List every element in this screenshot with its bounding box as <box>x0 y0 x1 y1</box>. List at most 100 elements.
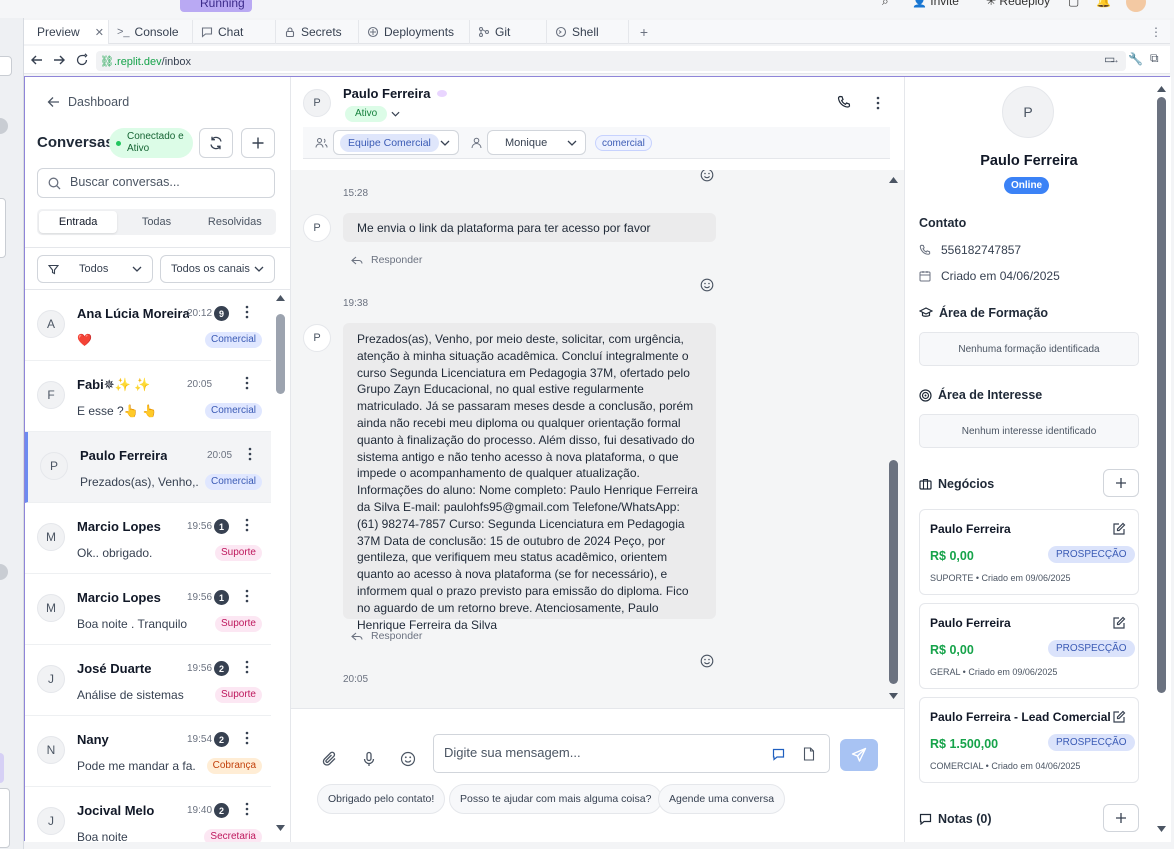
open-new-window-icon[interactable]: ⧉ <box>1150 51 1159 66</box>
url-field[interactable]: ⛓.replit.dev/inbox → <box>96 51 1126 71</box>
kebab-menu-icon[interactable] <box>243 304 251 320</box>
document-icon[interactable] <box>803 747 815 761</box>
scroll-down-icon[interactable] <box>1156 825 1167 833</box>
emoji-icon[interactable] <box>399 750 417 768</box>
kebab-menu-icon[interactable] <box>243 730 251 746</box>
team-select[interactable]: Equipe Comercial <box>333 130 459 155</box>
search-icon[interactable]: ⌕ <box>882 0 889 9</box>
message-thread-scrollbar[interactable] <box>888 170 900 708</box>
conversation-preview: ❤️ <box>77 333 92 347</box>
tab-preview[interactable]: Preview ✕ <box>24 20 109 44</box>
run-status[interactable]: Running <box>180 0 252 12</box>
agent-select[interactable]: Monique <box>487 130 586 155</box>
window-icon[interactable]: ▢ <box>1068 0 1079 8</box>
conversation-status-badge[interactable]: Ativo <box>345 106 388 122</box>
reply-button[interactable]: Responder <box>351 630 422 642</box>
invite-button[interactable]: 👤 Invite <box>912 0 959 8</box>
scroll-up-icon[interactable] <box>275 294 286 302</box>
segment-resolvidas[interactable]: Resolvidas <box>196 211 274 233</box>
conversation-item[interactable]: N Nany 19:54 2 Pode me mandar a fa... Co… <box>25 716 271 787</box>
edit-icon[interactable] <box>1112 616 1126 630</box>
quick-reply-chip[interactable]: Posso te ajudar com mais alguma coisa? <box>449 784 663 814</box>
tab-shell[interactable]: Shell <box>547 20 629 44</box>
channel-filter-dropdown[interactable]: Todos os canais <box>160 255 275 283</box>
contact-panel-scrollbar[interactable] <box>1156 86 1168 839</box>
deal-card[interactable]: Paulo Ferreira - Lead Comercial R$ 1.500… <box>919 697 1139 783</box>
label-chip[interactable]: comercial <box>595 135 652 151</box>
conversation-item[interactable]: J Jocival Melo 19:40 2 Boa noite Secreta… <box>25 787 271 842</box>
dashboard-link[interactable]: Dashboard <box>47 95 129 109</box>
emoji-reaction-icon[interactable] <box>700 278 714 292</box>
kebab-menu-icon[interactable] <box>243 588 251 604</box>
tab-console[interactable]: >_ Console <box>109 20 193 44</box>
edit-icon[interactable] <box>1112 522 1126 536</box>
kebab-menu-icon[interactable] <box>243 517 251 533</box>
kebab-menu-icon[interactable] <box>874 95 882 111</box>
scrollbar-thumb[interactable] <box>1157 97 1166 693</box>
scroll-down-icon[interactable] <box>888 692 899 700</box>
shell-icon <box>555 26 567 38</box>
tab-secrets[interactable]: Secrets <box>276 20 359 44</box>
phone-icon[interactable] <box>837 95 851 109</box>
more-icon[interactable]: ⋮ <box>1150 25 1162 39</box>
message-field[interactable] <box>433 734 830 773</box>
tab-deployments[interactable]: Deployments <box>359 20 470 44</box>
chevron-down-icon[interactable] <box>391 111 400 117</box>
kebab-menu-icon[interactable] <box>243 801 251 817</box>
chat-icon <box>201 27 213 38</box>
conversation-item-selected[interactable]: P Paulo Ferreira 20:05 Prezados(as), Ven… <box>25 432 271 503</box>
conversation-search[interactable] <box>37 168 275 198</box>
segment-entrada[interactable]: Entrada <box>39 211 118 233</box>
emoji-reaction-icon[interactable] <box>700 654 714 668</box>
paperclip-icon[interactable] <box>321 750 339 768</box>
status-filter-dropdown[interactable]: Todos <box>37 255 153 283</box>
forward-arrow-icon[interactable] <box>52 53 66 67</box>
tab-git[interactable]: Git <box>470 20 547 44</box>
scrollbar-thumb[interactable] <box>889 460 898 684</box>
kebab-menu-icon[interactable] <box>246 446 254 462</box>
close-icon[interactable]: ✕ <box>95 26 104 39</box>
bell-icon[interactable]: 🔔 <box>1096 0 1111 8</box>
reload-icon[interactable] <box>75 53 89 67</box>
edit-icon[interactable] <box>1112 710 1126 724</box>
message-timestamp: 19:38 <box>343 298 369 309</box>
add-note-button[interactable] <box>1103 804 1139 832</box>
send-button[interactable] <box>840 739 878 771</box>
scroll-up-icon[interactable] <box>888 176 899 184</box>
scroll-down-icon[interactable] <box>275 824 286 832</box>
conversation-item[interactable]: F Fabi✵✨ ✨ 20:05 E esse ?👆 👆 Comercial <box>25 361 271 432</box>
quick-reply-chip[interactable]: Obrigado pelo contato! <box>317 784 446 814</box>
scrollbar-thumb[interactable] <box>276 314 285 394</box>
scroll-up-icon[interactable] <box>1156 85 1167 93</box>
microphone-icon[interactable] <box>360 750 378 768</box>
tab-label: Deployments <box>384 25 455 39</box>
user-avatar[interactable] <box>1126 0 1146 12</box>
conversation-item[interactable]: M Marcio Lopes 19:56 1 Boa noite . Tranq… <box>25 574 271 645</box>
chat-template-icon[interactable] <box>772 748 785 761</box>
gutter-button[interactable] <box>0 56 12 76</box>
redeploy-button[interactable]: ✳ Redeploy <box>986 0 1050 8</box>
kebab-menu-icon[interactable] <box>243 659 251 675</box>
quick-reply-chip[interactable]: Agende uma conversa <box>658 784 786 814</box>
conversation-list-scrollbar[interactable] <box>274 290 287 842</box>
kebab-menu-icon[interactable] <box>243 375 251 391</box>
search-input[interactable] <box>70 175 260 189</box>
tab-label: Chat <box>218 25 244 39</box>
add-deal-button[interactable] <box>1103 469 1139 497</box>
wrench-icon[interactable]: 🔧 <box>1128 52 1143 66</box>
deal-card[interactable]: Paulo Ferreira R$ 0,00 PROSPECÇÃO GERAL … <box>919 603 1139 689</box>
deal-card[interactable]: Paulo Ferreira R$ 0,00 PROSPECÇÃO SUPORT… <box>919 509 1139 595</box>
conversation-item[interactable]: J José Duarte 19:56 2 Análise de sistema… <box>25 645 271 716</box>
message-input[interactable] <box>444 745 754 760</box>
new-conversation-button[interactable] <box>241 128 275 158</box>
conversation-item[interactable]: A Ana Lúcia Moreira 20:12 9 ❤️ Comercial <box>25 290 271 361</box>
add-tab-button[interactable]: + <box>629 20 659 44</box>
back-arrow-icon[interactable] <box>30 53 44 67</box>
reply-button[interactable]: Responder <box>351 254 422 266</box>
conversation-item[interactable]: M Marcio Lopes 19:56 1 Ok.. obrigado. Su… <box>25 503 271 574</box>
emoji-reaction-icon[interactable] <box>700 170 714 182</box>
devices-icon[interactable]: ▭ <box>1104 52 1115 66</box>
tab-chat[interactable]: Chat <box>193 20 276 44</box>
refresh-button[interactable] <box>199 128 233 158</box>
segment-todas[interactable]: Todas <box>117 211 195 233</box>
